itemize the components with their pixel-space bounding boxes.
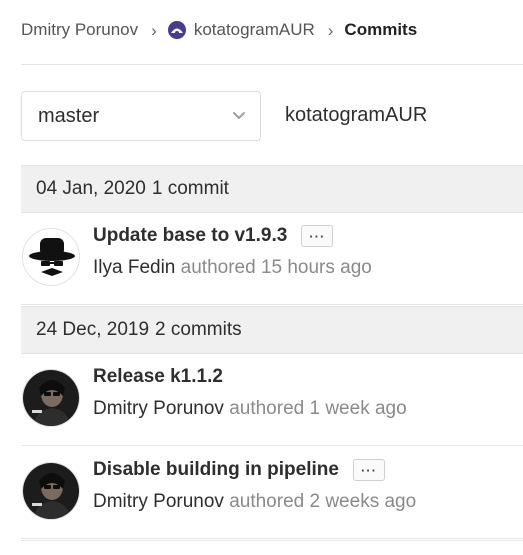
header-divider xyxy=(21,64,523,65)
toggle-description-button[interactable]: ··· xyxy=(352,459,385,481)
chevron-right-icon: › xyxy=(151,20,157,40)
breadcrumb: Dmitry Porunov › kotatogramAUR › Commits xyxy=(21,18,417,42)
breadcrumb-current: Commits xyxy=(344,20,418,39)
chevron-right-icon: › xyxy=(327,20,334,40)
commit-meta: Ilya Fedin authored 15 hours ago xyxy=(93,257,372,279)
avatar[interactable] xyxy=(22,462,80,520)
commit-author-link[interactable]: Dmitry Porunov xyxy=(93,491,224,512)
commit-title-link[interactable]: Disable building in pipeline xyxy=(93,459,339,481)
project-avatar-icon xyxy=(167,21,186,39)
repository-path[interactable]: kotatogramAUR xyxy=(285,104,427,127)
branch-dropdown-value: master xyxy=(38,104,100,127)
list-bottom-divider xyxy=(21,540,523,541)
commit-meta: Dmitry Porunov authored 1 week ago xyxy=(93,398,407,420)
commit-authored-time: authored 15 hours ago xyxy=(180,257,372,278)
chevron-down-icon xyxy=(233,112,245,119)
commit-authored-time: authored 2 weeks ago xyxy=(229,491,417,512)
branch-dropdown[interactable]: master xyxy=(21,91,261,141)
commit-title: Release k1.1.2 xyxy=(93,366,223,388)
commit-meta: Dmitry Porunov authored 2 weeks ago xyxy=(93,491,416,513)
commit-row: Release k1.1.2 Dmitry Porunov authored 1… xyxy=(21,354,523,446)
commit-day-count: 2 commits xyxy=(155,319,242,340)
toggle-description-button[interactable]: ··· xyxy=(301,225,334,247)
commit-title: Disable building in pipeline ··· xyxy=(93,459,385,481)
commit-row: Update base to v1.9.3 ··· Ilya Fedin aut… xyxy=(21,213,523,305)
commit-authored-time: authored 1 week ago xyxy=(229,398,407,419)
commit-day-header: 24 Dec, 2019 2 commits xyxy=(21,306,523,354)
commit-title-link[interactable]: Update base to v1.9.3 xyxy=(93,225,287,247)
commit-day-header: 04 Jan, 2020 1 commit xyxy=(21,165,523,213)
commit-day-date: 04 Jan, 2020 xyxy=(36,178,146,199)
commit-day-count: 1 commit xyxy=(151,178,229,199)
avatar[interactable] xyxy=(22,228,80,286)
commit-author-link[interactable]: Dmitry Porunov xyxy=(93,398,224,419)
commit-row: Disable building in pipeline ··· Dmitry … xyxy=(21,447,523,539)
dark-portrait-avatar-icon xyxy=(23,463,79,519)
breadcrumb-project-link[interactable]: kotatogramAUR xyxy=(167,20,315,40)
commit-title: Update base to v1.9.3 ··· xyxy=(93,225,334,247)
breadcrumb-project-label: kotatogramAUR xyxy=(193,20,315,39)
dark-portrait-avatar-icon xyxy=(23,370,79,426)
commit-author-link[interactable]: Ilya Fedin xyxy=(93,257,175,278)
commit-day-date: 24 Dec, 2019 xyxy=(36,319,150,340)
breadcrumb-user-link[interactable]: Dmitry Porunov xyxy=(21,20,138,40)
hat-mustache-avatar-icon xyxy=(23,229,79,285)
commit-title-link[interactable]: Release k1.1.2 xyxy=(93,366,223,388)
avatar[interactable] xyxy=(22,369,80,427)
